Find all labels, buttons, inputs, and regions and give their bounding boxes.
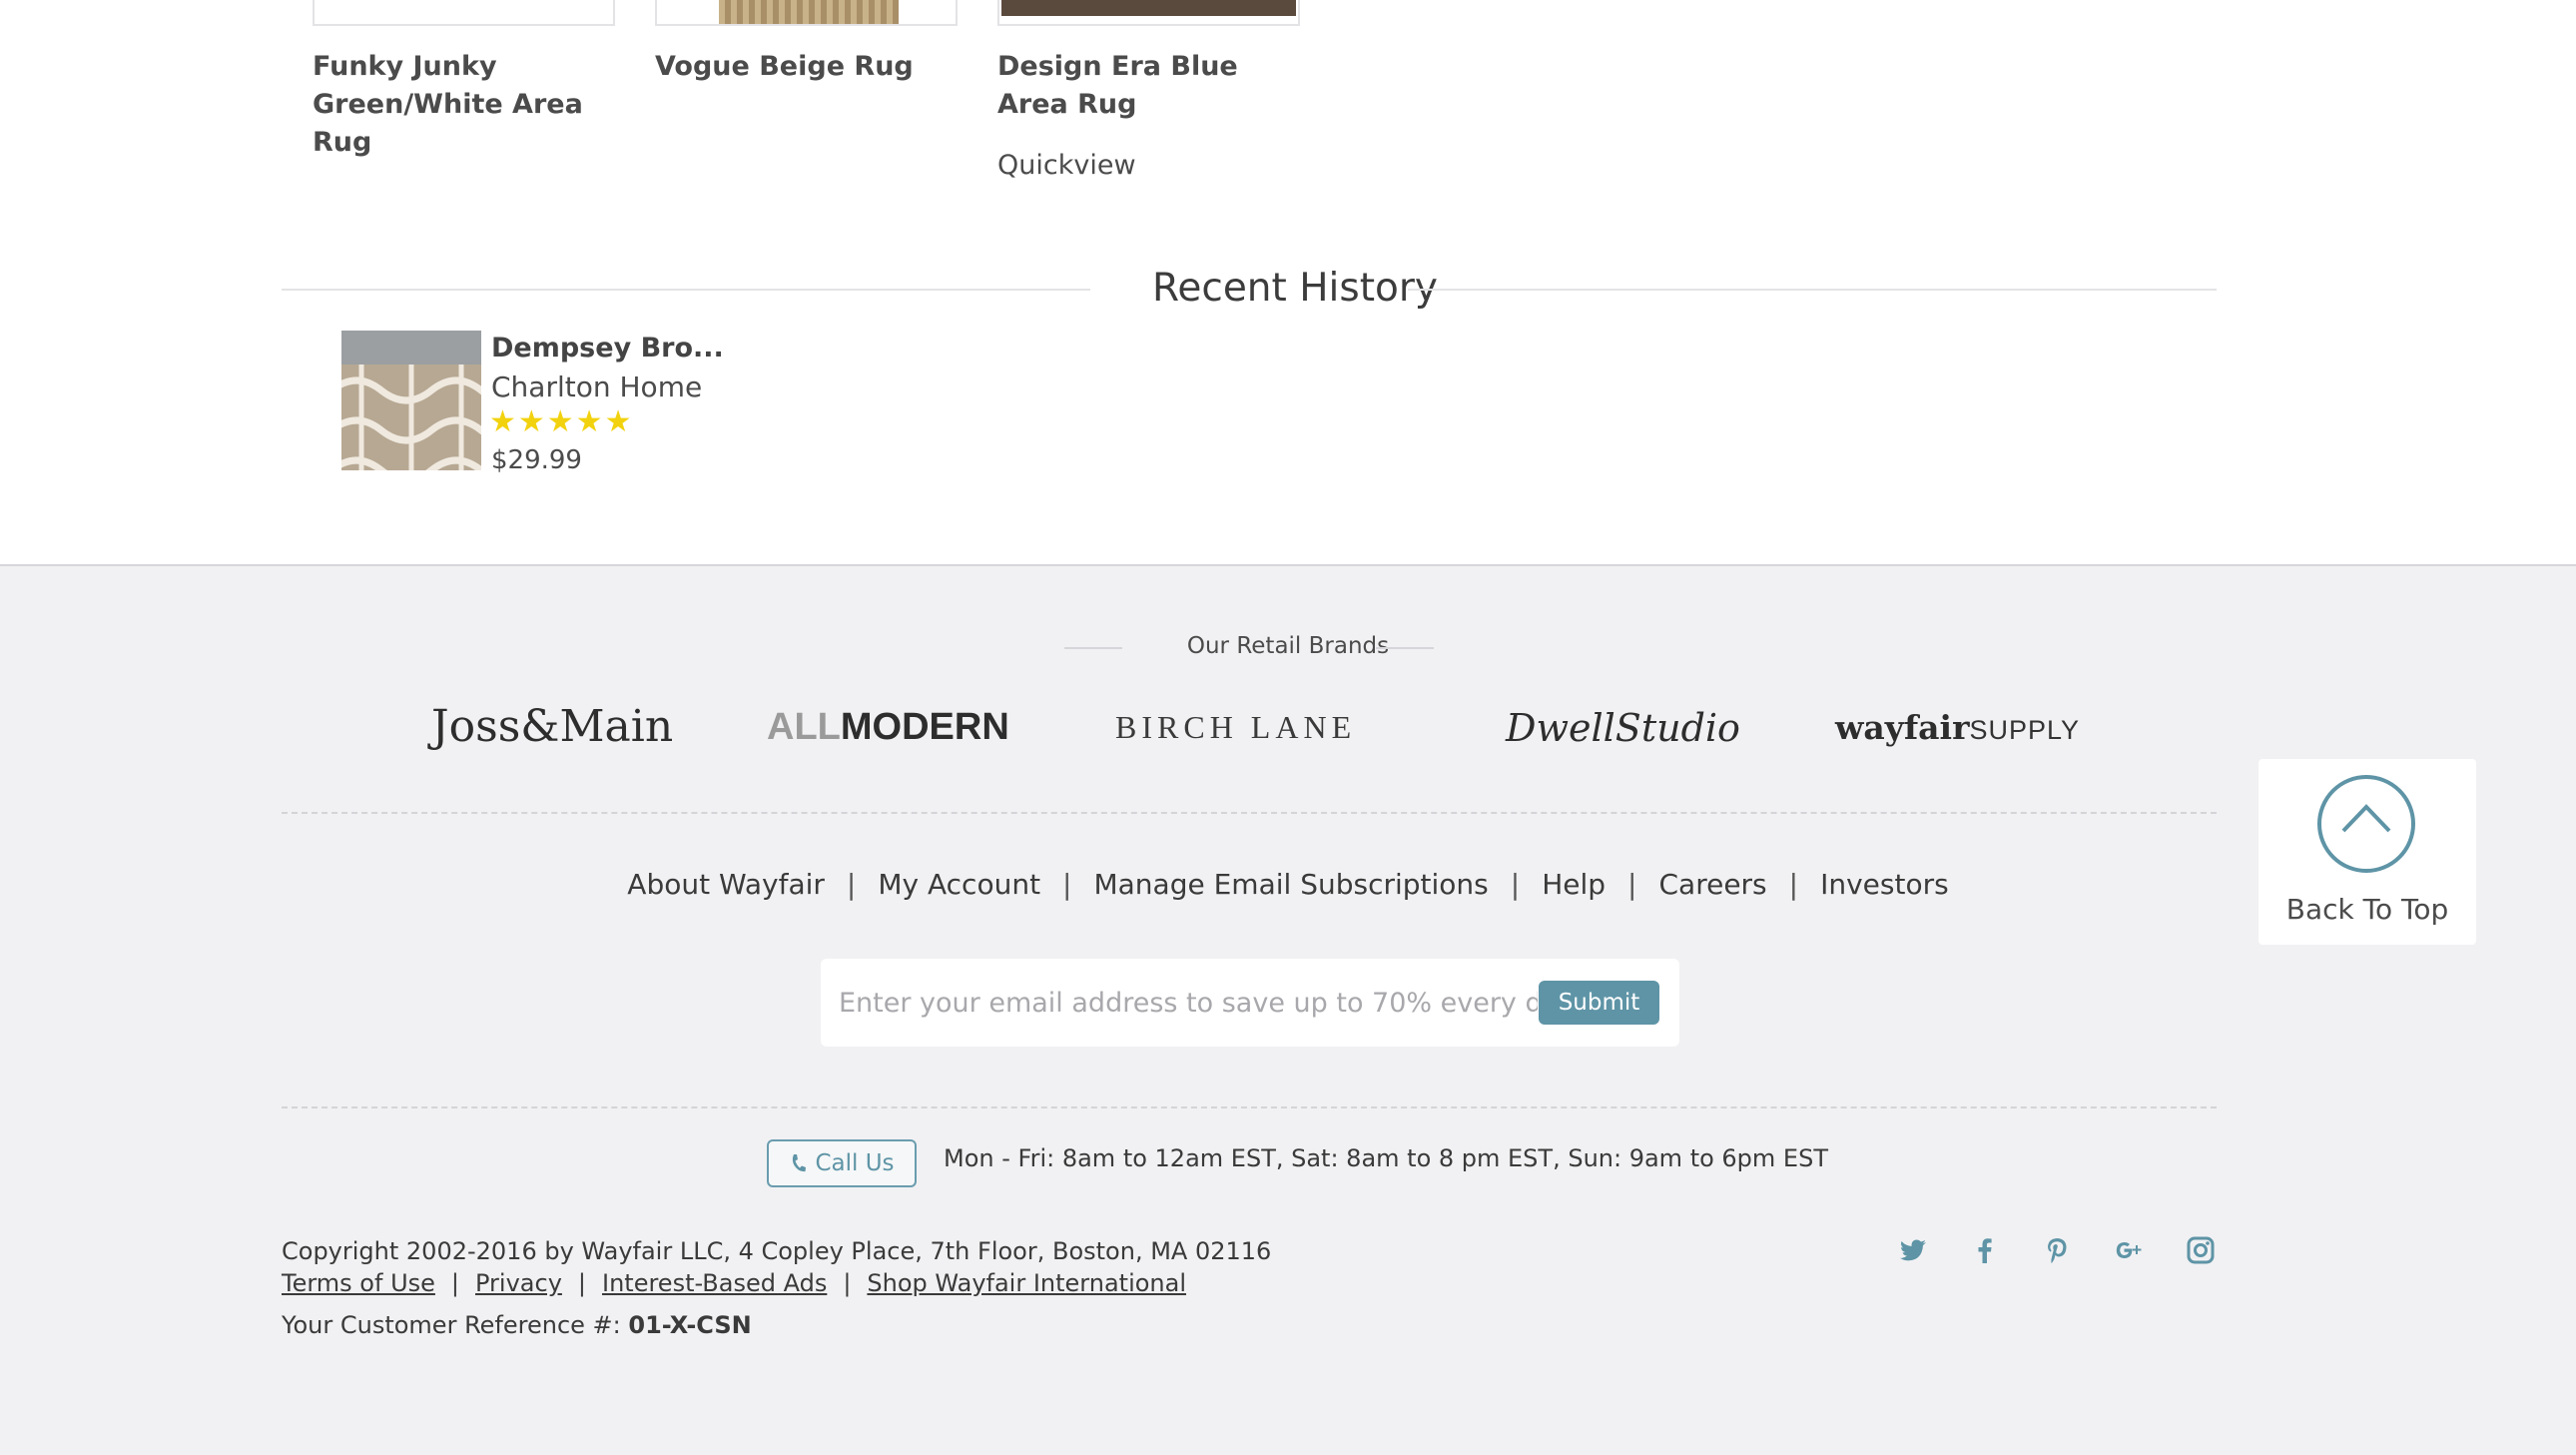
email-signup: Submit [821,959,1679,1047]
brand-logo-allmodern[interactable]: ALLMODERN [767,706,1009,749]
product-title[interactable]: Design Era Blue Area Rug [997,48,1300,124]
chevron-up-icon [2317,775,2415,873]
footer: Our Retail Brands Joss&Main ALLMODERN BI… [0,564,2576,1455]
terms-link[interactable]: Terms of Use [282,1269,435,1297]
instagram-icon[interactable] [2185,1234,2217,1266]
product-image[interactable] [655,0,958,26]
facebook-icon[interactable] [1969,1234,2001,1266]
customer-ref-value: 01-X-CSN [628,1311,752,1339]
google-plus-icon[interactable] [2113,1234,2145,1266]
brand-logo-birch-lane[interactable]: BIRCH LANE [1115,709,1356,746]
footer-link-my-account[interactable]: My Account [878,868,1040,901]
support-hours: Mon - Fri: 8am to 12am EST, Sat: 8am to … [944,1144,1828,1172]
footer-link-email-subscriptions[interactable]: Manage Email Subscriptions [1093,868,1488,901]
divider [1408,289,2217,291]
history-item-brand: Charlton Home [491,370,703,403]
supply-text: SUPPLY [1969,715,2081,745]
content-area: Funky Junky Green/White Area Rug Vogue B… [0,0,2576,564]
interest-ads-link[interactable]: Interest-Based Ads [602,1269,827,1297]
separator: | [577,1269,586,1297]
allmodern-bold-text: MODERN [840,706,1009,748]
product-title[interactable]: Vogue Beige Rug [655,48,958,86]
separator: | [846,868,857,901]
social-links [1897,1234,2217,1266]
legal-links: Terms of Use | Privacy | Interest-Based Ads |… [282,1269,1186,1297]
quickview-link[interactable]: Quickview [997,150,1136,181]
back-to-top-label: Back To Top [2285,893,2449,926]
brand-logo-wayfair-supply[interactable]: wayfairSUPPLY [1835,708,2080,747]
brand-logo-joss-main[interactable]: Joss&Main [431,701,673,752]
footer-link-careers[interactable]: Careers [1658,868,1766,901]
privacy-link[interactable]: Privacy [475,1269,562,1297]
footer-link-about[interactable]: About Wayfair [627,868,825,901]
footer-link-investors[interactable]: Investors [1820,868,1949,901]
history-item-name[interactable]: Dempsey Bro... [491,333,724,364]
back-to-top-button[interactable]: Back To Top [2258,759,2476,945]
history-item-price: $29.99 [491,445,582,475]
footer-link-help[interactable]: Help [1542,868,1606,901]
product-title[interactable]: Funky Junky Green/White Area Rug [313,48,615,162]
email-input[interactable] [839,981,1538,1025]
star-rating: ★★★★★ [489,404,634,439]
dashed-divider [282,1106,2217,1108]
brands-header: Our Retail Brands [1186,633,1390,659]
separator: | [1627,868,1637,901]
call-us-button[interactable]: Call Us [767,1139,917,1187]
separator: | [1510,868,1521,901]
footer-links: About Wayfair | My Account | Manage Email Su… [0,868,2576,901]
separator: | [1062,868,1072,901]
separator: | [450,1269,459,1297]
twitter-icon[interactable] [1897,1234,1929,1266]
product-image[interactable] [313,0,615,26]
divider [282,289,1090,291]
pinterest-icon[interactable] [2041,1234,2073,1266]
divider [1376,647,1434,649]
separator: | [1788,868,1799,901]
call-us-label: Call Us [815,1150,895,1176]
brand-logo-dwellstudio[interactable]: DwellStudio [1506,706,1740,750]
submit-button[interactable]: Submit [1539,981,1659,1025]
customer-ref-label: Your Customer Reference #: [282,1311,621,1339]
phone-icon [793,1154,807,1172]
product-image[interactable] [997,0,1300,26]
allmodern-light-text: ALL [767,706,841,748]
customer-reference: Your Customer Reference #: 01-X-CSN [282,1311,752,1339]
separator: | [843,1269,852,1297]
dashed-divider [282,812,2217,814]
history-item-image[interactable] [341,331,481,470]
wayfair-text: wayfair [1835,708,1970,747]
international-link[interactable]: Shop Wayfair International [867,1269,1186,1297]
copyright: Copyright 2002-2016 by Wayfair LLC, 4 Co… [282,1237,1272,1265]
